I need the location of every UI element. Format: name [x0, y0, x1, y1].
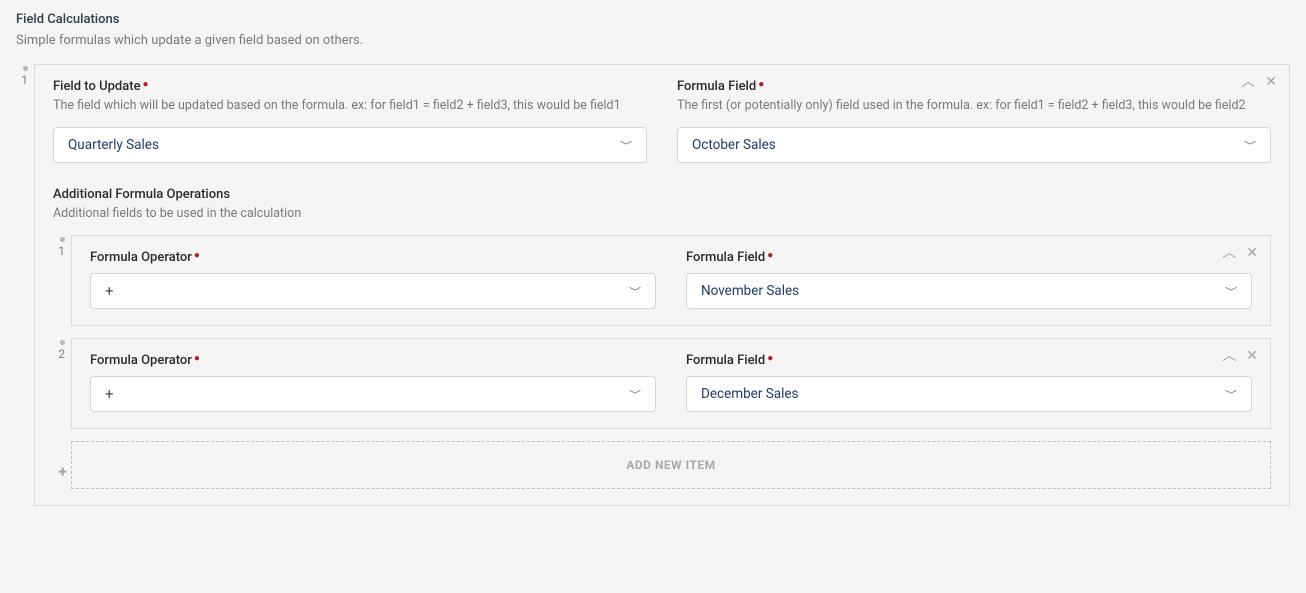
required-indicator-icon: ●: [758, 79, 764, 90]
operation-field-select[interactable]: December Sales ﹀: [686, 376, 1252, 412]
field-to-update-value: Quarterly Sales: [68, 137, 159, 153]
operation-field-label: Formula Field●: [686, 353, 1252, 368]
field-to-update-help: The field which will be updated based on…: [53, 98, 647, 113]
add-new-item-button[interactable]: ADD NEW ITEM: [71, 441, 1271, 489]
field-to-update-select[interactable]: Quarterly Sales ﹀: [53, 127, 647, 163]
operator-label: Formula Operator●: [90, 353, 656, 368]
close-icon[interactable]: ✕: [1265, 75, 1277, 89]
plus-icon[interactable]: +: [53, 450, 71, 480]
add-item-row: + ADD NEW ITEM: [53, 441, 1271, 489]
operator-label-text: Formula Operator: [90, 353, 192, 368]
operation-field-label-text: Formula Field: [686, 250, 765, 265]
close-icon[interactable]: ✕: [1246, 246, 1258, 260]
operator-value: +: [105, 282, 114, 300]
panel-controls: ︿ ✕: [1241, 75, 1277, 89]
operator-value: +: [105, 385, 114, 403]
chevron-down-icon: ﹀: [1225, 387, 1237, 401]
field-to-update-label: Field to Update●: [53, 79, 647, 94]
panel-index-col: 1: [53, 235, 71, 259]
section-desc: Simple formulas which update a given fie…: [16, 33, 1290, 48]
operator-label: Formula Operator●: [90, 250, 656, 265]
close-icon[interactable]: ✕: [1246, 349, 1258, 363]
chevron-down-icon: ﹀: [620, 138, 632, 152]
panel-index-col: 2: [53, 338, 71, 362]
additional-ops-title: Additional Formula Operations: [53, 187, 1271, 202]
required-indicator-icon: ●: [194, 250, 200, 261]
operation-field-label: Formula Field●: [686, 250, 1252, 265]
chevron-down-icon: ﹀: [1225, 284, 1237, 298]
operator-label-text: Formula Operator: [90, 250, 192, 265]
formula-field-select[interactable]: October Sales ﹀: [677, 127, 1271, 163]
panel-controls: ︿ ✕: [1222, 246, 1258, 260]
formula-field-label-text: Formula Field: [677, 79, 756, 94]
operation-index: 2: [58, 347, 65, 361]
collapse-icon[interactable]: ︿: [1222, 246, 1236, 260]
calculation-panel-wrap: 1 ︿ ✕ Field to Update● The field which w…: [16, 64, 1290, 506]
operation-field-select[interactable]: November Sales ﹀: [686, 273, 1252, 309]
section-title: Field Calculations: [16, 12, 1290, 27]
formula-field-value: October Sales: [692, 137, 776, 153]
formula-field-label: Formula Field●: [677, 79, 1271, 94]
required-indicator-icon: ●: [143, 79, 149, 90]
formula-field-help: The first (or potentially only) field us…: [677, 98, 1271, 113]
operation-field-value: December Sales: [701, 386, 799, 402]
operation-field-label-text: Formula Field: [686, 353, 765, 368]
panel-bullet-icon: [60, 237, 65, 242]
required-indicator-icon: ●: [767, 353, 773, 364]
operator-select[interactable]: + ﹀: [90, 273, 656, 309]
chevron-down-icon: ﹀: [629, 387, 641, 401]
calculation-panel: ︿ ✕ Field to Update● The field which wil…: [34, 64, 1290, 506]
operation-panel: ︿ ✕ Formula Operator● + ﹀: [71, 338, 1271, 429]
panel-index: 1: [21, 73, 28, 87]
operation-panel: ︿ ✕ Formula Operator● + ﹀: [71, 235, 1271, 326]
required-indicator-icon: ●: [767, 250, 773, 261]
collapse-icon[interactable]: ︿: [1241, 75, 1255, 89]
panel-controls: ︿ ✕: [1222, 349, 1258, 363]
operation-field-value: November Sales: [701, 283, 799, 299]
operation-row: 2 ︿ ✕ Formula Operator● + ﹀: [53, 338, 1271, 429]
chevron-down-icon: ﹀: [629, 284, 641, 298]
field-to-update-label-text: Field to Update: [53, 79, 141, 94]
additional-ops-desc: Additional fields to be used in the calc…: [53, 206, 1271, 221]
chevron-down-icon: ﹀: [1244, 138, 1256, 152]
operator-select[interactable]: + ﹀: [90, 376, 656, 412]
operation-row: 1 ︿ ✕ Formula Operator● + ﹀: [53, 235, 1271, 326]
panel-index-col: 1: [16, 64, 34, 88]
required-indicator-icon: ●: [194, 353, 200, 364]
panel-bullet-icon: [60, 340, 65, 345]
collapse-icon[interactable]: ︿: [1222, 349, 1236, 363]
operation-index: 1: [58, 244, 65, 258]
panel-bullet-icon: [23, 66, 28, 71]
